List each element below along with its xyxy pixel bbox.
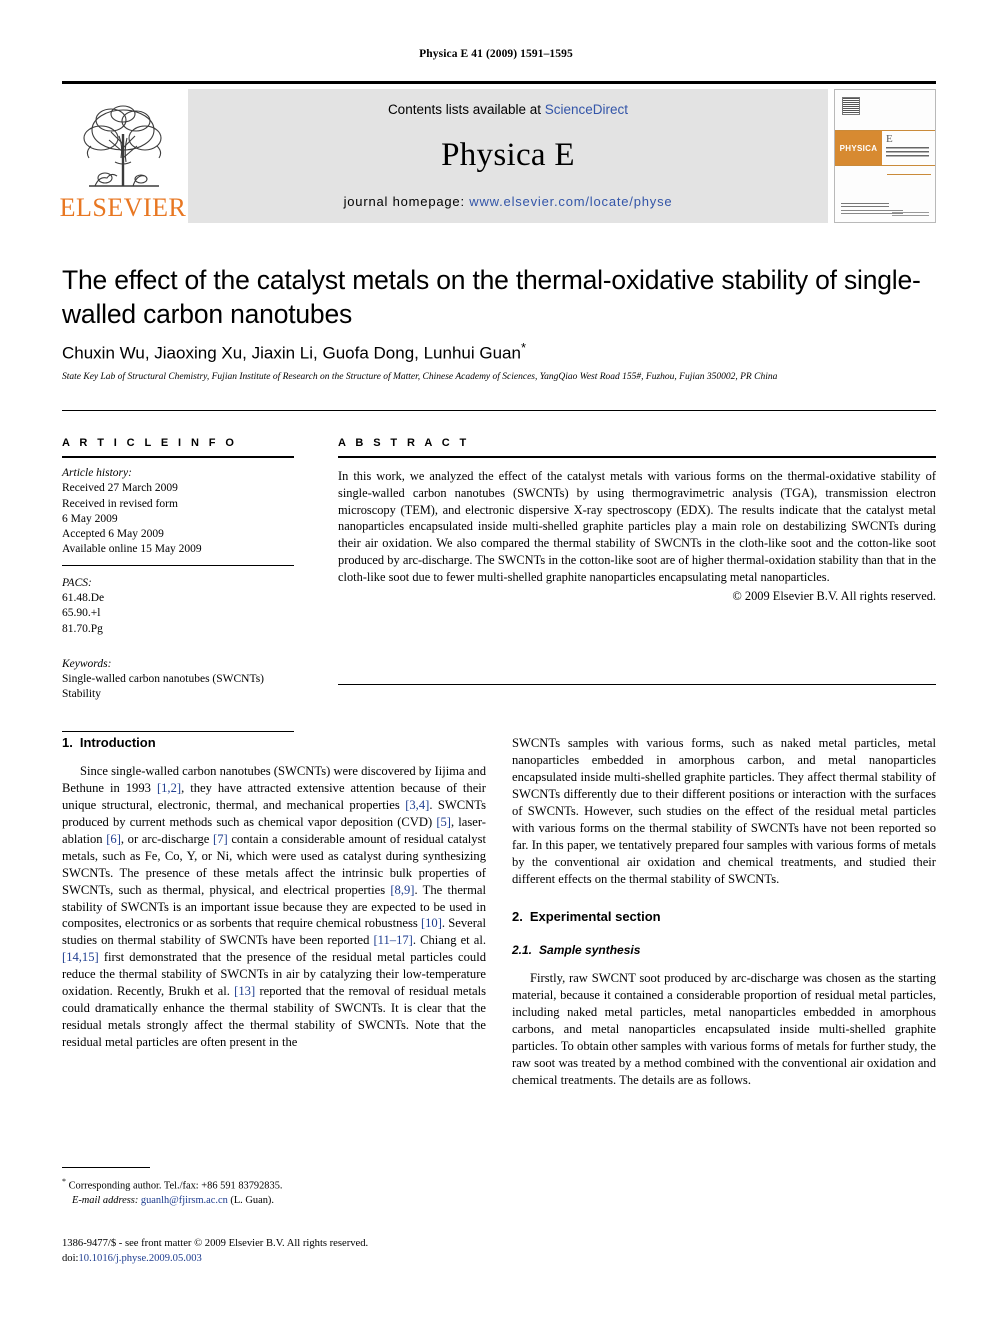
history-line: Received 27 March 2009 xyxy=(62,482,178,495)
cover-footer-line-3 xyxy=(892,212,929,216)
cover-title-block: E xyxy=(882,131,935,165)
article-info-rule xyxy=(62,456,294,458)
cover-volume-letter: E xyxy=(886,133,893,145)
abstract-text: In this work, we analyzed the effect of … xyxy=(338,469,936,584)
cover-divider xyxy=(887,174,931,175)
keywords-block: Keywords: Single-walled carbon nanotubes… xyxy=(62,657,294,703)
cover-footer xyxy=(841,203,929,216)
sciencedirect-link[interactable]: ScienceDirect xyxy=(545,102,628,117)
footnote-block: * Corresponding author. Tel./fax: +86 59… xyxy=(62,1167,486,1209)
citation-link[interactable]: [14,15] xyxy=(62,950,99,964)
footnote-divider xyxy=(62,1167,150,1168)
contents-prefix: Contents lists available at xyxy=(387,102,545,117)
footer-issn-block: 1386-9477/$ - see front matter © 2009 El… xyxy=(62,1236,486,1267)
history-line: Available online 15 May 2009 xyxy=(62,543,202,556)
intro-text-i: . Chiang et al. xyxy=(412,933,486,948)
copyright-line: © 2009 Elsevier B.V. All rights reserved… xyxy=(732,588,936,603)
email-link[interactable]: guanlh@fjirsm.ac.cn xyxy=(138,1195,228,1206)
author-list: Chuxin Wu, Jiaoxing Xu, Jiaxin Li, Guofa… xyxy=(62,340,928,364)
elsevier-tree-icon xyxy=(83,105,162,187)
pacs-code: 81.70.Pg xyxy=(62,622,103,635)
citation-link[interactable]: [11–17] xyxy=(373,933,412,947)
intro-text-e: , or arc-discharge xyxy=(120,831,214,846)
section-heading-experimental: 2. Experimental section xyxy=(512,909,936,924)
homepage-url[interactable]: www.elsevier.com/locate/physe xyxy=(469,194,672,209)
abstract-heading: A B S T R A C T xyxy=(338,437,470,449)
cover-footer-line-1 xyxy=(841,203,890,207)
article-info-column: A R T I C L E I N F O Article history: R… xyxy=(62,437,294,732)
author-names: Chuxin Wu, Jiaoxing Xu, Jiaxin Li, Guofa… xyxy=(62,343,521,363)
article-info-bottom-divider xyxy=(62,730,294,732)
cover-band: PHYSICA E xyxy=(835,130,935,166)
pacs-label: PACS: xyxy=(62,576,92,589)
intro-paragraph-1: Since single-walled carbon nanotubes (SW… xyxy=(62,763,486,1051)
body-column-left: 1. Introduction Since single-walled carbo… xyxy=(62,735,486,1051)
issn-copyright-line: 1386-9477/$ - see front matter © 2009 El… xyxy=(62,1238,369,1249)
pacs-code: 65.90.+l xyxy=(62,607,101,620)
section-title: Introduction xyxy=(79,735,156,750)
corresponding-author-note: * Corresponding author. Tel./fax: +86 59… xyxy=(62,1176,486,1194)
corresponding-author-text: Corresponding author. Tel./fax: +86 591 … xyxy=(66,1180,283,1192)
section-number: 1. xyxy=(62,735,73,750)
cover-subtitle-lines xyxy=(886,147,929,158)
experimental-paragraph-1: Firstly, raw SWCNT soot produced by arc-… xyxy=(512,971,936,1088)
cover-brand-text: PHYSICA xyxy=(839,143,878,153)
subsection-number: 2.1. xyxy=(512,943,533,958)
citation-link[interactable]: [8,9] xyxy=(390,883,414,897)
article-history-label: Article history: xyxy=(62,467,132,479)
subsection-heading-sample-synthesis: 2.1. Sample synthesis xyxy=(512,943,936,957)
pacs-block: PACS: 61.48.De 65.90.+l 81.70.Pg xyxy=(62,576,294,637)
history-line: 6 May 2009 xyxy=(62,512,118,525)
keyword-item: Single-walled carbon nanotubes (SWCNTs) xyxy=(62,673,264,686)
masthead-panel: Contents lists available at ScienceDirec… xyxy=(188,89,828,223)
citation-link[interactable]: [5] xyxy=(436,815,451,829)
email-owner: (L. Guan). xyxy=(227,1195,274,1207)
cover-brand-block: PHYSICA xyxy=(835,131,882,165)
keyword-item: Stability xyxy=(62,688,101,701)
subsection-title: Sample synthesis xyxy=(539,943,641,958)
article-info-heading: A R T I C L E I N F O xyxy=(62,437,238,449)
abstract-bottom-divider xyxy=(338,683,936,685)
doi-line: doi:10.1016/j.physe.2009.05.003 xyxy=(62,1251,486,1266)
journal-cover-thumbnail: PHYSICA E xyxy=(834,89,936,223)
citation-link[interactable]: [1,2] xyxy=(157,781,181,795)
paper-page: Physica E 41 (2009) 1591–1595 ELSEVIER C… xyxy=(0,0,992,1323)
section-heading-introduction: 1. Introduction xyxy=(62,735,486,750)
journal-title: Physica E xyxy=(441,137,575,173)
history-line: Accepted 6 May 2009 xyxy=(62,528,164,541)
section-number: 2. xyxy=(512,909,523,925)
pacs-code: 61.48.De xyxy=(62,591,105,604)
page-title: The effect of the catalyst metals on the… xyxy=(62,265,921,329)
homepage-label: journal homepage: xyxy=(343,194,470,209)
history-line: Received in revised form xyxy=(62,497,178,510)
body-column-right: SWCNTs samples with various forms, such … xyxy=(512,735,936,1089)
cover-logo-icon xyxy=(842,97,860,115)
elsevier-logo: ELSEVIER xyxy=(59,89,187,223)
affiliation: State Key Lab of Structural Chemistry, F… xyxy=(62,372,778,382)
running-head: Physica E 41 (2009) 1591–1595 xyxy=(419,48,573,60)
email-label: E-mail address: xyxy=(72,1195,139,1207)
keywords-label: Keywords: xyxy=(62,657,112,670)
doi-label: doi: xyxy=(62,1253,79,1265)
email-note: E-mail address: guanlh@fjirsm.ac.cn (L. … xyxy=(62,1194,486,1209)
journal-homepage-line: journal homepage: www.elsevier.com/locat… xyxy=(344,194,673,209)
citation-link[interactable]: [6] xyxy=(106,832,121,846)
citation-link[interactable]: [10] xyxy=(421,916,442,930)
citation-link[interactable]: [3,4] xyxy=(405,798,429,812)
doi-link[interactable]: 10.1016/j.physe.2009.05.003 xyxy=(78,1253,201,1264)
citation-link[interactable]: [7] xyxy=(213,832,228,846)
abstract-rule xyxy=(338,456,936,458)
abstract-column: A B S T R A C T In this work, we analyze… xyxy=(338,437,936,685)
article-history: Article history: Received 27 March 2009 … xyxy=(62,466,294,558)
affiliation-divider xyxy=(62,410,936,411)
elsevier-wordmark: ELSEVIER xyxy=(59,193,187,222)
corresponding-author-marker: * xyxy=(520,340,527,355)
journal-masthead: ELSEVIER Contents lists available at Sci… xyxy=(59,81,936,223)
history-divider xyxy=(62,564,294,566)
section-title: Experimental section xyxy=(529,909,661,925)
citation-link[interactable]: [13] xyxy=(234,984,255,998)
intro-paragraph-2: SWCNTs samples with various forms, such … xyxy=(512,736,936,886)
contents-available-line: Contents lists available at ScienceDirec… xyxy=(388,102,628,117)
